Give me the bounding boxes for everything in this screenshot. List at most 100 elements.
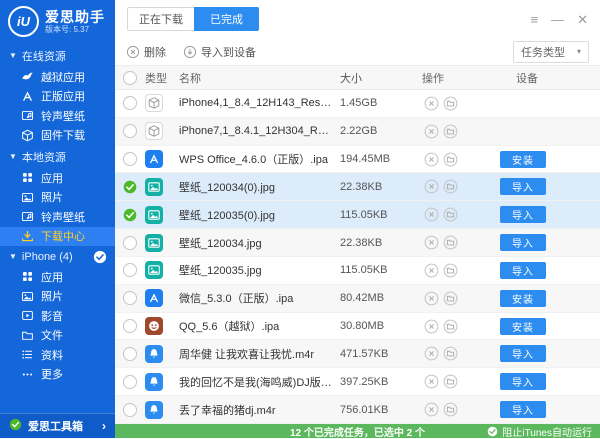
select-all-radio[interactable] bbox=[123, 71, 137, 85]
data-icon bbox=[21, 348, 34, 361]
task-type-dropdown[interactable]: 任务类型 ▾ bbox=[513, 41, 589, 63]
row-delete-icon[interactable] bbox=[424, 207, 439, 222]
table-row[interactable]: 丢了幸福的猪dj.m4r756.01KB导入 bbox=[115, 396, 600, 424]
row-select-radio[interactable] bbox=[123, 403, 137, 417]
row-delete-icon[interactable] bbox=[424, 263, 439, 278]
row-open-folder-icon[interactable] bbox=[443, 263, 458, 278]
toolbox-button[interactable]: 爱思工具箱 › bbox=[0, 413, 115, 438]
apps-icon bbox=[21, 171, 34, 184]
table-row[interactable]: WPS Office_4.6.0（正版）.ipa194.45MB安装 bbox=[115, 146, 600, 174]
row-select-radio[interactable] bbox=[123, 347, 137, 361]
row-select-radio[interactable] bbox=[123, 291, 137, 305]
sidebar-item[interactable]: 文件 bbox=[0, 326, 115, 346]
row-selected-check-icon[interactable] bbox=[123, 208, 137, 222]
sidebar-item[interactable]: 铃声壁纸 bbox=[0, 106, 115, 126]
row-select-radio[interactable] bbox=[123, 124, 137, 138]
window-controls: ≡ — ✕ bbox=[531, 13, 589, 26]
row-delete-icon[interactable] bbox=[424, 152, 439, 167]
header-ops: 操作 bbox=[416, 70, 492, 86]
app-window: iU 爱思助手 版本号: 5.37 ▼在线资源越狱应用正版应用铃声壁纸固件下载▼… bbox=[0, 0, 600, 438]
block-itunes-toggle[interactable]: 阻止iTunes自动运行 bbox=[487, 424, 592, 438]
sidebar-item[interactable]: 固件下载 bbox=[0, 126, 115, 146]
tab-completed[interactable]: 已完成 bbox=[194, 7, 259, 31]
row-action-button[interactable]: 安装 bbox=[500, 151, 546, 168]
chevron-down-icon: ▼ bbox=[9, 153, 17, 161]
minimize-icon[interactable]: — bbox=[551, 13, 564, 26]
table-row[interactable]: 壁纸_120035(0).jpg115.05KB导入 bbox=[115, 201, 600, 229]
delete-button[interactable]: 删除 bbox=[126, 44, 166, 60]
close-icon[interactable]: ✕ bbox=[577, 13, 588, 26]
row-action-button[interactable]: 导入 bbox=[500, 373, 546, 390]
table-row[interactable]: iPhone4,1_8.4_12H143_Restore.ipsw1.45GB bbox=[115, 90, 600, 118]
sidebar-item[interactable]: 影音 bbox=[0, 306, 115, 326]
row-action-button[interactable]: 导入 bbox=[500, 401, 546, 418]
row-delete-icon[interactable] bbox=[424, 235, 439, 250]
row-open-folder-icon[interactable] bbox=[443, 179, 458, 194]
sidebar-item[interactable]: 越狱应用 bbox=[0, 67, 115, 87]
firmware-file-icon bbox=[145, 94, 163, 112]
table-row[interactable]: 周华健 让我欢喜让我忧.m4r471.57KB导入 bbox=[115, 340, 600, 368]
sidebar-item[interactable]: 应用 bbox=[0, 168, 115, 188]
row-open-folder-icon[interactable] bbox=[443, 207, 458, 222]
import-to-device-button[interactable]: 导入到设备 bbox=[183, 44, 256, 60]
image-file-icon bbox=[145, 234, 163, 252]
tab-downloading[interactable]: 正在下载 bbox=[127, 7, 194, 31]
row-action-button[interactable]: 导入 bbox=[500, 345, 546, 362]
row-delete-icon[interactable] bbox=[424, 346, 439, 361]
row-action-button[interactable]: 安装 bbox=[500, 290, 546, 307]
row-action-button[interactable]: 导入 bbox=[500, 234, 546, 251]
row-delete-icon[interactable] bbox=[424, 96, 439, 111]
sidebar-item[interactable]: 资料 bbox=[0, 345, 115, 365]
table-row[interactable]: QQ_5.6（越狱）.ipa30.80MB安装 bbox=[115, 313, 600, 341]
menu-icon[interactable]: ≡ bbox=[531, 13, 539, 26]
sidebar-item[interactable]: 更多 bbox=[0, 365, 115, 385]
row-open-folder-icon[interactable] bbox=[443, 124, 458, 139]
genuine-apps-icon bbox=[21, 90, 34, 103]
row-open-folder-icon[interactable] bbox=[443, 346, 458, 361]
download-center-icon bbox=[21, 230, 34, 243]
sidebar-section-0[interactable]: ▼在线资源 bbox=[0, 44, 115, 67]
table-row[interactable]: 壁纸_120035.jpg115.05KB导入 bbox=[115, 257, 600, 285]
table-row[interactable]: 壁纸_120034.jpg22.38KB导入 bbox=[115, 229, 600, 257]
row-open-folder-icon[interactable] bbox=[443, 402, 458, 417]
row-select-radio[interactable] bbox=[123, 96, 137, 110]
row-open-folder-icon[interactable] bbox=[443, 152, 458, 167]
row-delete-icon[interactable] bbox=[424, 319, 439, 334]
row-delete-icon[interactable] bbox=[424, 179, 439, 194]
row-select-radio[interactable] bbox=[123, 319, 137, 333]
file-name: 我的回忆不是我(海鸣威)DJ版.m4r bbox=[179, 374, 340, 390]
row-action-button[interactable]: 安装 bbox=[500, 318, 546, 335]
row-selected-check-icon[interactable] bbox=[123, 180, 137, 194]
table-row[interactable]: 微信_5.3.0（正版）.ipa80.42MB安装 bbox=[115, 285, 600, 313]
file-name: 丢了幸福的猪dj.m4r bbox=[179, 402, 340, 418]
table-row[interactable]: 我的回忆不是我(海鸣威)DJ版.m4r397.25KB导入 bbox=[115, 368, 600, 396]
sidebar-section-2[interactable]: ▼iPhone (4) bbox=[0, 246, 115, 267]
row-open-folder-icon[interactable] bbox=[443, 235, 458, 250]
row-select-radio[interactable] bbox=[123, 375, 137, 389]
row-action-button[interactable]: 导入 bbox=[500, 206, 546, 223]
row-delete-icon[interactable] bbox=[424, 374, 439, 389]
row-select-radio[interactable] bbox=[123, 263, 137, 277]
table-row[interactable]: iPhone7,1_8.4.1_12H304_Restore.ipsw2.22G… bbox=[115, 118, 600, 146]
row-select-radio[interactable] bbox=[123, 236, 137, 250]
sidebar-item-label: 影音 bbox=[41, 308, 63, 324]
row-open-folder-icon[interactable] bbox=[443, 374, 458, 389]
row-action-button[interactable]: 导入 bbox=[500, 178, 546, 195]
row-delete-icon[interactable] bbox=[424, 291, 439, 306]
row-open-folder-icon[interactable] bbox=[443, 96, 458, 111]
table-row[interactable]: 壁纸_120034(0).jpg22.38KB导入 bbox=[115, 173, 600, 201]
sidebar-item[interactable]: 照片 bbox=[0, 287, 115, 307]
sidebar-item[interactable]: 铃声壁纸 bbox=[0, 207, 115, 227]
sidebar-item[interactable]: 应用 bbox=[0, 267, 115, 287]
row-delete-icon[interactable] bbox=[424, 124, 439, 139]
sidebar-item[interactable]: 下载中心 bbox=[0, 227, 115, 247]
sidebar-section-1[interactable]: ▼本地资源 bbox=[0, 145, 115, 168]
sidebar-item[interactable]: 照片 bbox=[0, 188, 115, 208]
row-open-folder-icon[interactable] bbox=[443, 291, 458, 306]
row-open-folder-icon[interactable] bbox=[443, 319, 458, 334]
row-delete-icon[interactable] bbox=[424, 402, 439, 417]
jailbreak-apps-icon bbox=[21, 70, 34, 83]
sidebar-item[interactable]: 正版应用 bbox=[0, 87, 115, 107]
row-select-radio[interactable] bbox=[123, 152, 137, 166]
row-action-button[interactable]: 导入 bbox=[500, 262, 546, 279]
